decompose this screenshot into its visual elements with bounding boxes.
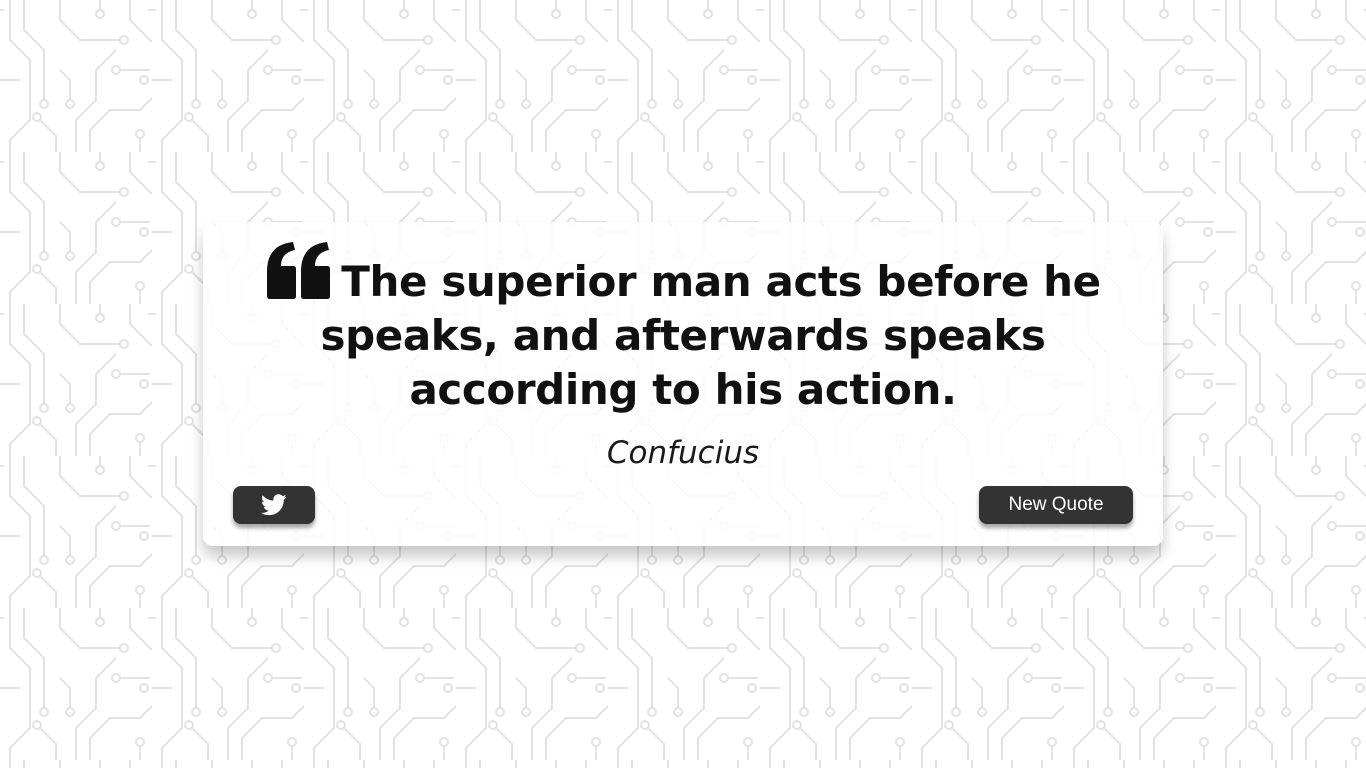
quote-text-container: The superior man acts before he speaks, … bbox=[233, 242, 1133, 417]
new-quote-button[interactable]: New Quote bbox=[979, 486, 1133, 524]
quote-card: The superior man acts before he speaks, … bbox=[203, 222, 1163, 546]
tweet-quote-button[interactable] bbox=[233, 486, 315, 524]
quote-left-icon bbox=[267, 242, 331, 299]
twitter-icon bbox=[261, 494, 287, 516]
button-row: New Quote bbox=[233, 486, 1133, 530]
quote-text: The superior man acts before he speaks, … bbox=[320, 257, 1102, 414]
quote-author: Confucius bbox=[606, 435, 760, 471]
